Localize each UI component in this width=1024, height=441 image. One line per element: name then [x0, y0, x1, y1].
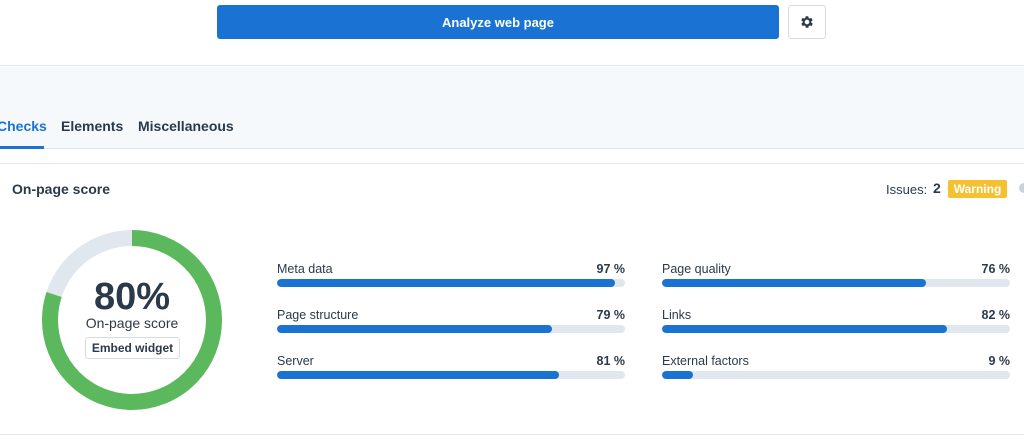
metric-value: 97 %: [596, 262, 626, 276]
metric-bar-track: [277, 325, 625, 333]
metric-label: Meta data: [277, 262, 333, 276]
metric-label: External factors: [662, 354, 749, 368]
divider: [0, 434, 1024, 435]
score-label: On-page score: [85, 315, 179, 331]
metric-label: Page structure: [277, 308, 359, 322]
score-card-title: On-page score: [12, 181, 111, 197]
info-icon[interactable]: [1019, 183, 1024, 193]
metric-value: 82 %: [981, 308, 1011, 322]
tab-miscellaneous[interactable]: Miscellaneous: [138, 118, 234, 134]
metric-label: Links: [662, 308, 692, 322]
metric-value: 81 %: [596, 354, 626, 368]
metric-bar-fill: [662, 279, 927, 287]
metric-label: Server: [277, 354, 314, 368]
issues-count: 2: [933, 180, 941, 196]
tab-bar: Checks Elements Miscellaneous: [0, 67, 1024, 149]
tab-elements[interactable]: Elements: [61, 118, 123, 134]
warning-badge[interactable]: Warning: [948, 180, 1007, 198]
divider: [0, 163, 1024, 164]
metric-value: 76 %: [981, 262, 1011, 276]
metric-links: Links 82 %: [662, 308, 1010, 338]
issues-label: Issues:: [886, 182, 928, 197]
metric-page-quality: Page quality 76 %: [662, 262, 1010, 292]
tab-checks[interactable]: Checks: [0, 118, 47, 134]
score-value: 80%: [93, 276, 171, 318]
metric-bar-track: [662, 371, 1010, 379]
settings-button[interactable]: [788, 5, 826, 39]
metric-bar-fill: [277, 371, 559, 379]
metric-label: Page quality: [662, 262, 731, 276]
top-toolbar: Analyze web page: [0, 0, 1024, 66]
metric-bar-fill: [277, 279, 615, 287]
metric-bar-fill: [662, 371, 694, 379]
metric-page-structure: Page structure 79 %: [277, 308, 625, 338]
metric-value: 9 %: [988, 354, 1010, 368]
metric-external-factors: External factors 9 %: [662, 354, 1010, 384]
metric-meta-data: Meta data 97 %: [277, 262, 625, 292]
analyze-web-page-button[interactable]: Analyze web page: [217, 5, 779, 39]
gear-icon: [801, 16, 813, 28]
metric-server: Server 81 %: [277, 354, 625, 384]
metric-bar-track: [662, 279, 1010, 287]
metric-bar-track: [277, 371, 625, 379]
active-tab-indicator: [0, 146, 44, 149]
embed-widget-button[interactable]: Embed widget: [85, 337, 180, 359]
metric-bar-track: [662, 325, 1010, 333]
metric-bar-fill: [277, 325, 552, 333]
metric-bar-fill: [662, 325, 948, 333]
metric-bar-track: [277, 279, 625, 287]
metric-value: 79 %: [596, 308, 626, 322]
